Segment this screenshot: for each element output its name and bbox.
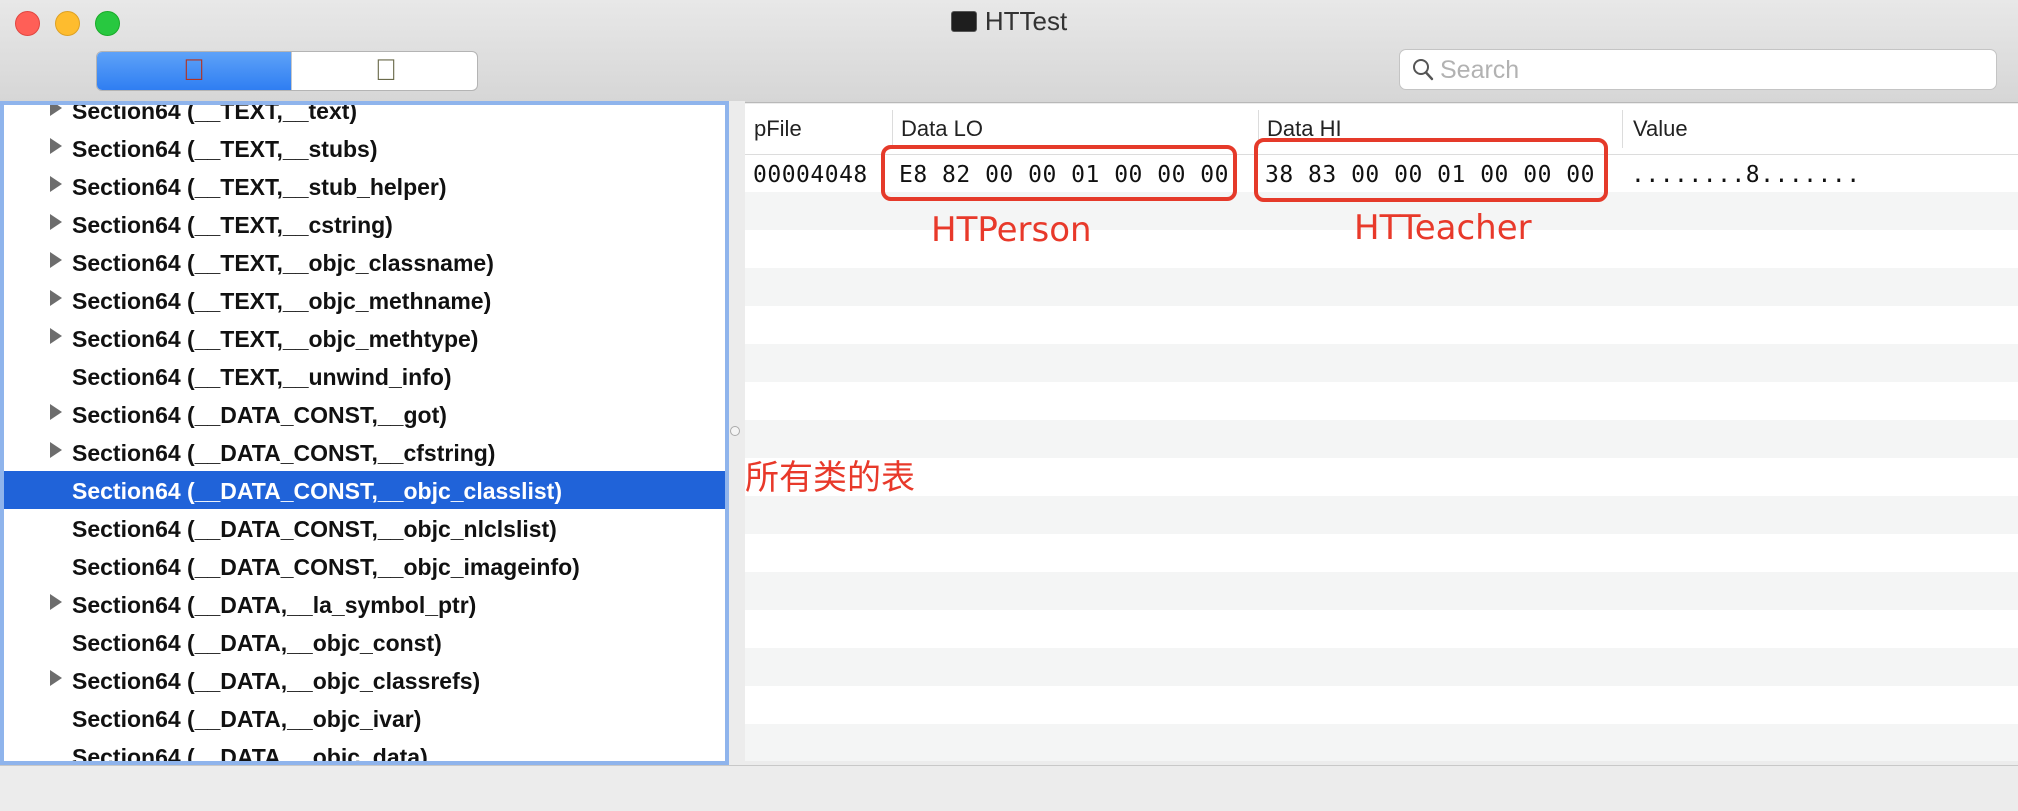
outline-row-label: Section64 (__TEXT,__objc_methtype) <box>72 326 479 352</box>
window-titlebar: HTTest   <box>0 0 2018 103</box>
section-outline-list: Section64 (__TEXT,__text) Section64 (__TE… <box>4 101 725 765</box>
table-row <box>745 572 2018 610</box>
disclosure-triangle-icon[interactable] <box>50 214 62 230</box>
outline-row[interactable]: Section64 (__DATA,__objc_classrefs) <box>4 661 725 699</box>
window-title-text: HTTest <box>984 6 1068 36</box>
cell-value[interactable]: ........8....... <box>1631 162 1861 188</box>
outline-row[interactable]: Section64 (__DATA_CONST,__objc_classlist… <box>4 471 725 509</box>
search-icon <box>1413 59 1434 81</box>
outline-row-label: Section64 (__DATA_CONST,__objc_classlist… <box>72 478 562 504</box>
red-apple-icon:  <box>183 56 206 86</box>
outline-row[interactable]: Section64 (__TEXT,__stubs) <box>4 129 725 167</box>
section-outline-view: Section64 (__TEXT,__text) Section64 (__TE… <box>0 101 729 765</box>
outline-row[interactable]: Section64 (__TEXT,__stub_helper) <box>4 167 725 205</box>
table-row <box>745 534 2018 572</box>
window-footer <box>0 765 2018 811</box>
outline-row[interactable]: Section64 (__DATA_CONST,__got) <box>4 395 725 433</box>
table-row <box>745 268 2018 306</box>
column-header-value[interactable]: Value <box>1633 116 1688 142</box>
disclosure-triangle-icon[interactable] <box>50 290 62 306</box>
disclosure-triangle-icon[interactable] <box>50 138 62 154</box>
green-apple-icon:  <box>375 56 398 86</box>
class-table-note: 所有类的表 <box>745 458 915 498</box>
table-row <box>745 724 2018 761</box>
search-field[interactable] <box>1399 49 1997 90</box>
view-mode-segmented-control:   <box>96 51 478 91</box>
disclosure-triangle-icon[interactable] <box>50 594 62 610</box>
table-row <box>745 420 2018 458</box>
outline-row-label: Section64 (__TEXT,__objc_classname) <box>72 250 494 276</box>
split-view-divider[interactable] <box>729 101 745 765</box>
outline-row-label: Section64 (__DATA,__objc_const) <box>72 630 442 656</box>
table-row <box>745 686 2018 724</box>
terminal-icon <box>950 11 977 32</box>
column-divider[interactable] <box>892 110 893 148</box>
outline-row-label: Section64 (__DATA_CONST,__objc_nlclslist… <box>72 516 557 542</box>
segment-green-apple[interactable]:  <box>291 52 477 90</box>
outline-row[interactable]: Section64 (__DATA_CONST,__cfstring) <box>4 433 725 471</box>
disclosure-triangle-icon[interactable] <box>50 105 62 116</box>
outline-row[interactable]: Section64 (__DATA,__objc_const) <box>4 623 725 661</box>
disclosure-triangle-icon[interactable] <box>50 176 62 192</box>
table-row <box>745 306 2018 344</box>
divider-handle[interactable] <box>730 426 740 436</box>
outline-row[interactable]: Section64 (__DATA,__objc_ivar) <box>4 699 725 737</box>
column-divider[interactable] <box>1622 110 1623 148</box>
outline-row[interactable]: Section64 (__TEXT,__objc_methtype) <box>4 319 725 357</box>
outline-row-label: Section64 (__DATA,__objc_classrefs) <box>72 668 481 694</box>
outline-row[interactable]: Section64 (__TEXT,__text) <box>4 101 725 129</box>
outline-row[interactable]: Section64 (__DATA,__la_symbol_ptr) <box>4 585 725 623</box>
outline-row-label: Section64 (__TEXT,__unwind_info) <box>72 364 452 390</box>
hex-data-table: pFile Data LO Data HI Value 00004048 E8 … <box>745 104 2018 761</box>
table-row <box>745 382 2018 420</box>
htteacher-note: HTTeacher <box>1354 208 1532 248</box>
outline-row[interactable]: Section64 (__TEXT,__cstring) <box>4 205 725 243</box>
column-header-pfile[interactable]: pFile <box>754 116 802 142</box>
outline-row[interactable]: Section64 (__DATA,__objc_data) <box>4 737 725 765</box>
table-row <box>745 496 2018 534</box>
outline-row-label: Section64 (__DATA_CONST,__cfstring) <box>72 440 496 466</box>
outline-row-label: Section64 (__DATA_CONST,__got) <box>72 402 447 428</box>
disclosure-triangle-icon[interactable] <box>50 404 62 420</box>
outline-row-label: Section64 (__DATA_CONST,__objc_imageinfo… <box>72 554 580 580</box>
disclosure-triangle-icon[interactable] <box>50 252 62 268</box>
outline-row[interactable]: Section64 (__TEXT,__unwind_info) <box>4 357 725 395</box>
disclosure-triangle-icon[interactable] <box>50 670 62 686</box>
search-input[interactable] <box>1438 52 1982 88</box>
outline-row-label: Section64 (__DATA,__objc_ivar) <box>72 706 422 732</box>
outline-row-label: Section64 (__DATA,__objc_data) <box>72 744 428 765</box>
outline-row-label: Section64 (__DATA,__la_symbol_ptr) <box>72 592 477 618</box>
table-row <box>745 458 2018 496</box>
outline-row[interactable]: Section64 (__DATA_CONST,__objc_imageinfo… <box>4 547 725 585</box>
data-hi-highlight-box <box>1254 138 1608 202</box>
outline-row-label: Section64 (__TEXT,__text) <box>72 101 358 124</box>
outline-row-label: Section64 (__TEXT,__stubs) <box>72 136 378 162</box>
table-row <box>745 610 2018 648</box>
disclosure-triangle-icon[interactable] <box>50 442 62 458</box>
cell-pfile[interactable]: 00004048 <box>753 162 868 188</box>
data-lo-highlight-box <box>881 145 1237 201</box>
window-title: HTTest <box>0 6 2018 37</box>
column-header-data-lo[interactable]: Data LO <box>901 116 983 142</box>
outline-row-label: Section64 (__TEXT,__cstring) <box>72 212 393 238</box>
outline-row-label: Section64 (__TEXT,__objc_methname) <box>72 288 492 314</box>
outline-row[interactable]: Section64 (__DATA_CONST,__objc_nlclslist… <box>4 509 725 547</box>
outline-row-label: Section64 (__TEXT,__stub_helper) <box>72 174 447 200</box>
disclosure-triangle-icon[interactable] <box>50 328 62 344</box>
outline-row[interactable]: Section64 (__TEXT,__objc_methname) <box>4 281 725 319</box>
segment-red-apple[interactable]:  <box>97 52 291 90</box>
htperson-note: HTPerson <box>931 210 1092 250</box>
table-row <box>745 648 2018 686</box>
outline-row[interactable]: Section64 (__TEXT,__objc_classname) <box>4 243 725 281</box>
table-row <box>745 344 2018 382</box>
